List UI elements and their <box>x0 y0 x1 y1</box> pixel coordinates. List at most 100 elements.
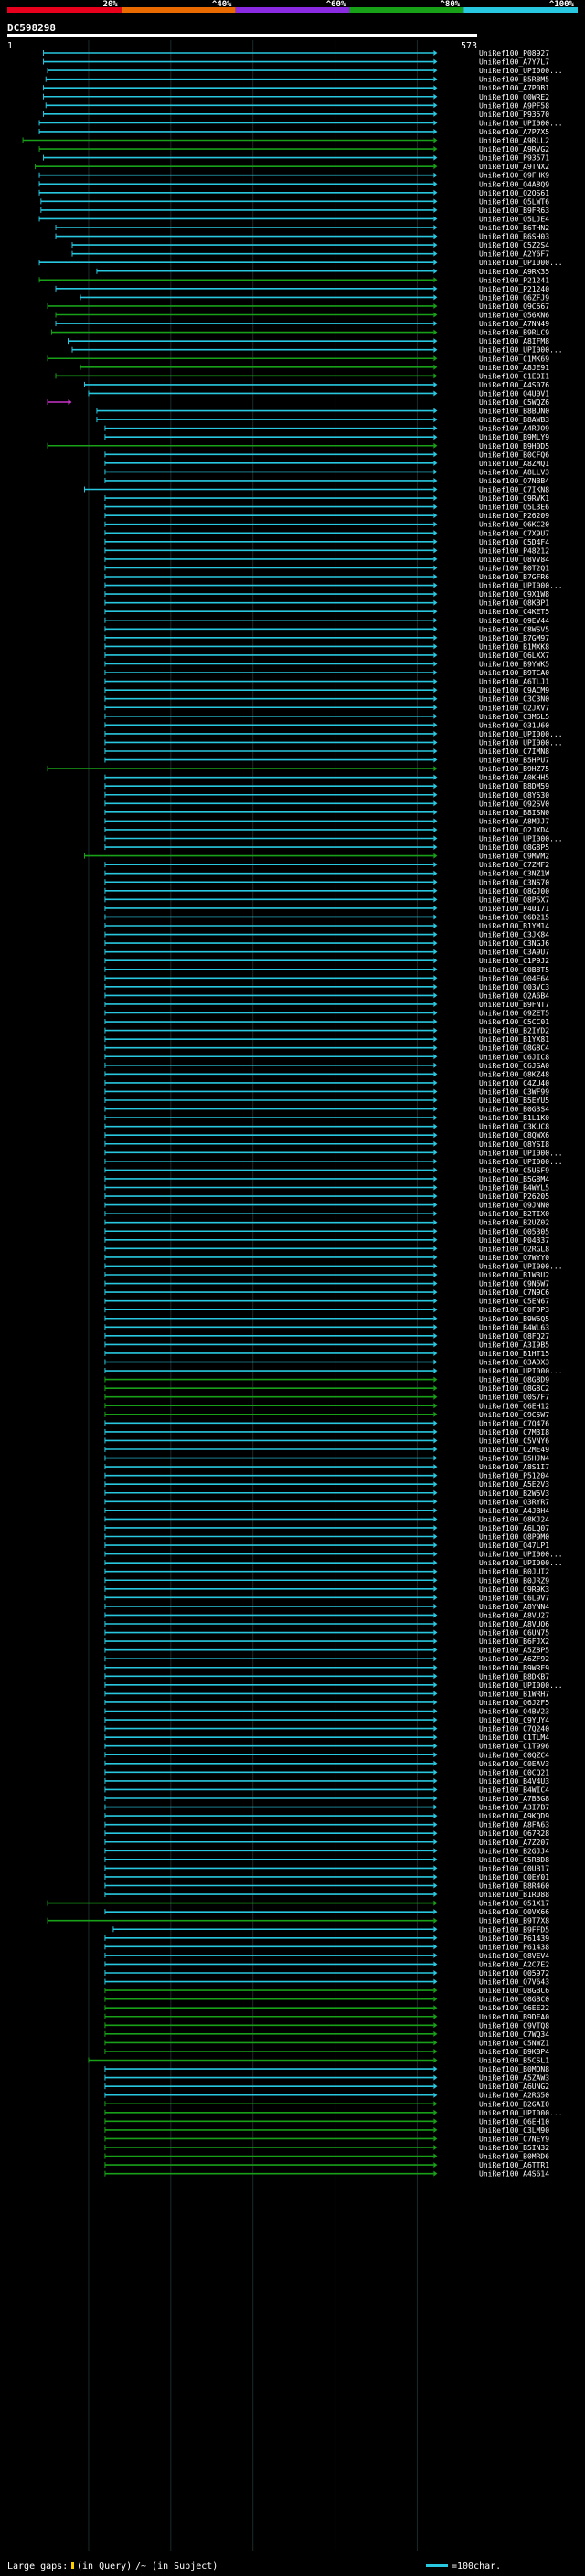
hit-label[interactable]: UniRef100_A8JE91 <box>479 364 549 372</box>
hit-label[interactable]: UniRef100_C3C3N0 <box>479 695 549 704</box>
hit-label[interactable]: UniRef100_C3KUC8 <box>479 1123 549 1131</box>
hit-label[interactable]: UniRef100_C5WQZ6 <box>479 398 549 407</box>
hit-label[interactable]: UniRef100_C8QWX6 <box>479 1131 549 1140</box>
hit-label[interactable]: UniRef100_A8LLV3 <box>479 468 549 476</box>
hit-label[interactable]: UniRef100_C7M3I8 <box>479 1428 549 1436</box>
hit-label[interactable]: UniRef100_C0QZC4 <box>479 1751 549 1759</box>
hit-label[interactable]: UniRef100_C3NGJ6 <box>479 939 549 948</box>
hit-label[interactable]: UniRef100_C0CQ21 <box>479 1768 549 1776</box>
hit-label[interactable]: UniRef100_A7B3G8 <box>479 1795 549 1803</box>
hit-label[interactable]: UniRef100_C5EN67 <box>479 1298 549 1306</box>
hit-label[interactable]: UniRef100_Q0S7F7 <box>479 1394 549 1402</box>
hit-label[interactable]: UniRef100_Q8FQ27 <box>479 1332 549 1341</box>
hit-label[interactable]: UniRef100_Q9EV44 <box>479 617 549 625</box>
hit-label[interactable]: UniRef100_Q6EH12 <box>479 1402 549 1410</box>
hit-label[interactable]: UniRef100_Q8KZ48 <box>479 1070 549 1078</box>
hit-label[interactable]: UniRef100_Q6EE22 <box>479 2004 549 2012</box>
hit-label[interactable]: UniRef100_A7NN49 <box>479 320 549 328</box>
hit-label[interactable]: UniRef100_B6FJX2 <box>479 1638 549 1646</box>
hit-label[interactable]: UniRef100_B1MXK8 <box>479 642 549 651</box>
hit-label[interactable]: UniRef100_B8AWB3 <box>479 416 549 424</box>
hit-label[interactable]: UniRef100_B9FNT7 <box>479 1001 549 1009</box>
hit-label[interactable]: UniRef100_B0G3S4 <box>479 1106 549 1114</box>
hit-label[interactable]: UniRef100_B4V4U3 <box>479 1777 549 1786</box>
hit-label[interactable]: UniRef100_C5NWZ1 <box>479 2039 549 2047</box>
hit-label[interactable]: UniRef100_P93571 <box>479 154 549 163</box>
hit-label[interactable]: UniRef100_C6L9V7 <box>479 1594 549 1602</box>
hit-label[interactable]: UniRef100_A9TNX2 <box>479 163 549 171</box>
hit-label[interactable]: UniRef100_C7N9C6 <box>479 1288 549 1297</box>
hit-label[interactable]: UniRef100_A3I7B7 <box>479 1804 549 1812</box>
hit-label[interactable]: UniRef100_B0MRD6 <box>479 2153 549 2161</box>
hit-label[interactable]: UniRef100_Q8YSI8 <box>479 1140 549 1149</box>
hit-label[interactable]: UniRef100_A6ZF92 <box>479 1655 549 1663</box>
hit-label[interactable]: UniRef100_A2C7E2 <box>479 1960 549 1968</box>
hit-label[interactable]: UniRef100_B9DEA0 <box>479 2013 549 2021</box>
hit-label[interactable]: UniRef100_Q4A8Q9 <box>479 180 549 188</box>
hit-label[interactable]: UniRef100_Q9ZET5 <box>479 1010 549 1018</box>
hit-label[interactable]: UniRef100_A9RVG2 <box>479 145 549 154</box>
hit-label[interactable]: UniRef100_Q2A6B4 <box>479 991 549 1000</box>
hit-label[interactable]: UniRef100_C3A9U7 <box>479 949 549 957</box>
hit-label[interactable]: UniRef100_Q2QS61 <box>479 189 549 197</box>
hit-label[interactable]: UniRef100_Q7WYY0 <box>479 1254 549 1262</box>
hit-label[interactable]: UniRef100_Q6D215 <box>479 913 549 921</box>
hit-label[interactable]: UniRef100_C3M6L5 <box>479 713 549 721</box>
hit-label[interactable]: UniRef100_A7Y7L7 <box>479 58 549 67</box>
hit-label[interactable]: UniRef100_C3NZ1W <box>479 870 549 878</box>
hit-label[interactable]: UniRef100_C4KET5 <box>479 608 549 616</box>
hit-label[interactable]: UniRef100_C9YUY4 <box>479 1716 549 1724</box>
hit-label[interactable]: UniRef100_B0JUI2 <box>479 1568 549 1576</box>
hit-label[interactable]: UniRef100_UPI000... <box>479 1559 563 1567</box>
hit-label[interactable]: UniRef100_C1MK69 <box>479 355 549 363</box>
hit-label[interactable]: UniRef100_B9TCA0 <box>479 669 549 677</box>
hit-label[interactable]: UniRef100_B9FFD5 <box>479 1925 549 1934</box>
hit-label[interactable]: UniRef100_B1HT15 <box>479 1350 549 1358</box>
hit-label[interactable]: UniRef100_B5EYU5 <box>479 1097 549 1105</box>
hit-label[interactable]: UniRef100_Q05972 <box>479 1969 549 1977</box>
hit-label[interactable]: UniRef100_A6UNG2 <box>479 2083 549 2091</box>
hit-label[interactable]: UniRef100_Q8P5X7 <box>479 896 549 904</box>
hit-label[interactable]: UniRef100_B7GM97 <box>479 634 549 642</box>
hit-label[interactable]: UniRef100_B2GAI0 <box>479 2100 549 2108</box>
hit-label[interactable]: UniRef100_Q05305 <box>479 1227 549 1235</box>
hit-label[interactable]: UniRef100_UPI000... <box>479 835 563 843</box>
hit-label[interactable]: UniRef100_A5ZAW3 <box>479 2074 549 2083</box>
hit-label[interactable]: UniRef100_UPI000... <box>479 730 563 738</box>
hit-label[interactable]: UniRef100_UPI000... <box>479 1158 563 1166</box>
hit-label[interactable]: UniRef100_A7Z207 <box>479 1839 549 1847</box>
hit-label[interactable]: UniRef100_Q8Y530 <box>479 791 549 800</box>
hit-label[interactable]: UniRef100_C9R9K3 <box>479 1585 549 1594</box>
hit-label[interactable]: UniRef100_Q8P9M0 <box>479 1533 549 1542</box>
hit-label[interactable]: UniRef100_A7P7X5 <box>479 128 549 136</box>
hit-label[interactable]: UniRef100_A8FA63 <box>479 1821 549 1829</box>
hit-label[interactable]: UniRef100_Q5L3E6 <box>479 504 549 512</box>
hit-label[interactable]: UniRef100_Q8KJ24 <box>479 1515 549 1523</box>
hit-label[interactable]: UniRef100_A9RLL2 <box>479 137 549 145</box>
hit-label[interactable]: UniRef100_B9WRF9 <box>479 1664 549 1672</box>
hit-label[interactable]: UniRef100_B2UZ02 <box>479 1219 549 1227</box>
hit-label[interactable]: UniRef100_Q92SV0 <box>479 800 549 808</box>
hit-label[interactable]: UniRef100_Q8G8P5 <box>479 843 549 852</box>
hit-label[interactable]: UniRef100_Q8VEV4 <box>479 1952 549 1960</box>
hit-label[interactable]: UniRef100_Q8GBC0 <box>479 1996 549 2004</box>
hit-label[interactable]: UniRef100_C3JK84 <box>479 931 549 939</box>
hit-label[interactable]: UniRef100_P26205 <box>479 1193 549 1201</box>
hit-label[interactable]: UniRef100_C9MVM2 <box>479 853 549 861</box>
hit-label[interactable]: UniRef100_C7IKN8 <box>479 486 549 494</box>
hit-label[interactable]: UniRef100_Q0VX66 <box>479 1908 549 1916</box>
hit-label[interactable]: UniRef100_C1TLM4 <box>479 1733 549 1742</box>
hit-label[interactable]: UniRef100_A5Z8P5 <box>479 1647 549 1655</box>
hit-label[interactable]: UniRef100_B1R088 <box>479 1891 549 1899</box>
hit-label[interactable]: UniRef100_Q8G8D9 <box>479 1376 549 1384</box>
hit-label[interactable]: UniRef100_C7ZMF2 <box>479 861 549 869</box>
hit-label[interactable]: UniRef100_B9MLY9 <box>479 433 549 441</box>
hit-label[interactable]: UniRef100_Q9C667 <box>479 302 549 311</box>
hit-label[interactable]: UniRef100_B9W6Q5 <box>479 1315 549 1323</box>
hit-label[interactable]: UniRef100_C3LM90 <box>479 2126 549 2135</box>
hit-label[interactable]: UniRef100_C9VTQ8 <box>479 2021 549 2030</box>
hit-label[interactable]: UniRef100_Q8G8C4 <box>479 1044 549 1053</box>
hit-label[interactable]: UniRef100_B1WRH7 <box>479 1690 549 1698</box>
hit-label[interactable]: UniRef100_UPI000... <box>479 1262 563 1270</box>
hit-label[interactable]: UniRef100_C0EY01 <box>479 1873 549 1882</box>
